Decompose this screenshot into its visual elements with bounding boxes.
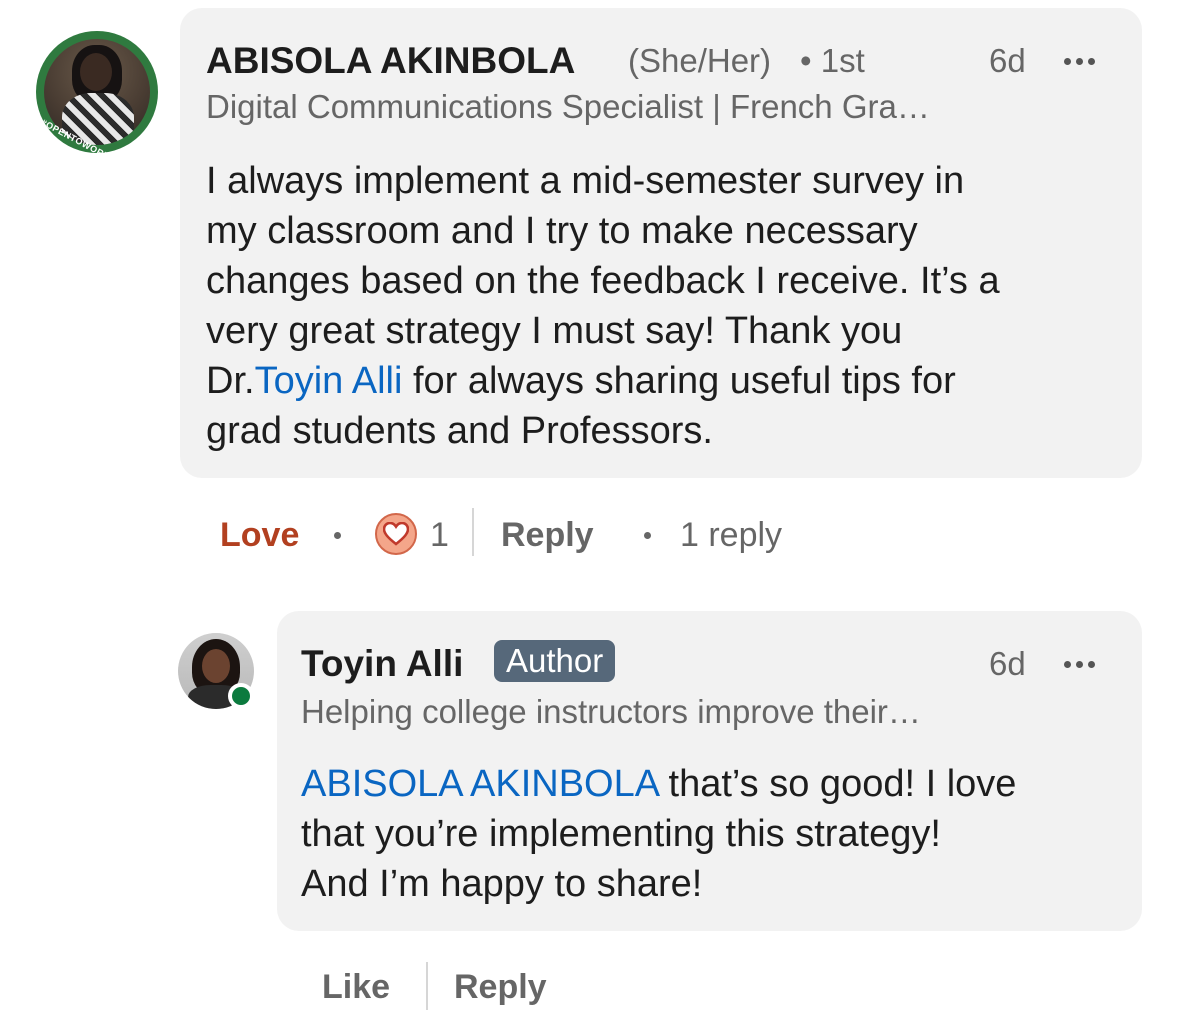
replies-count-link[interactable]: 1 reply (680, 516, 782, 555)
comment-text: I always implement a mid-semester survey… (206, 160, 1000, 452)
reply-button[interactable]: Reply (501, 516, 594, 555)
online-status-indicator (228, 683, 254, 709)
more-options-icon[interactable] (1064, 661, 1095, 668)
commenter-avatar[interactable]: #OPENTOWORK (36, 31, 158, 153)
love-reaction-button[interactable]: Love (220, 516, 299, 555)
reply-bubble: Toyin Alli Author 6d Helping college ins… (277, 611, 1142, 931)
reaction-count[interactable]: 1 (430, 516, 449, 555)
connection-degree: • 1st (800, 42, 865, 79)
reply-timestamp: 6d (989, 645, 1026, 682)
commenter-name[interactable]: ABISOLA AKINBOLA (206, 40, 575, 82)
like-button[interactable]: Like (322, 968, 390, 1007)
comments-thread: #OPENTOWORK ABISOLA AKINBOLA (She/Her) •… (0, 0, 1179, 1017)
commenter-headline[interactable]: Digital Communications Specialist | Fren… (206, 88, 930, 126)
separator-dot (334, 532, 341, 539)
reply-button[interactable]: Reply (454, 968, 547, 1007)
more-options-icon[interactable] (1064, 58, 1095, 65)
separator-dot (644, 532, 651, 539)
reply-text: ABISOLA AKINBOLA that’s so good! I love … (301, 763, 1017, 905)
comment-bubble: ABISOLA AKINBOLA (She/Her) • 1st 6d Digi… (180, 8, 1142, 478)
mention-link[interactable]: Toyin Alli (255, 360, 403, 402)
divider (426, 962, 428, 1010)
replier-name[interactable]: Toyin Alli (301, 643, 463, 685)
mention-link[interactable]: ABISOLA AKINBOLA (301, 763, 658, 805)
comment-timestamp: 6d (989, 42, 1026, 79)
divider (472, 508, 474, 556)
author-badge: Author (494, 640, 616, 682)
replier-headline[interactable]: Helping college instructors improve thei… (301, 693, 921, 731)
commenter-pronouns: (She/Her) (628, 42, 772, 79)
heart-icon[interactable] (375, 513, 417, 555)
